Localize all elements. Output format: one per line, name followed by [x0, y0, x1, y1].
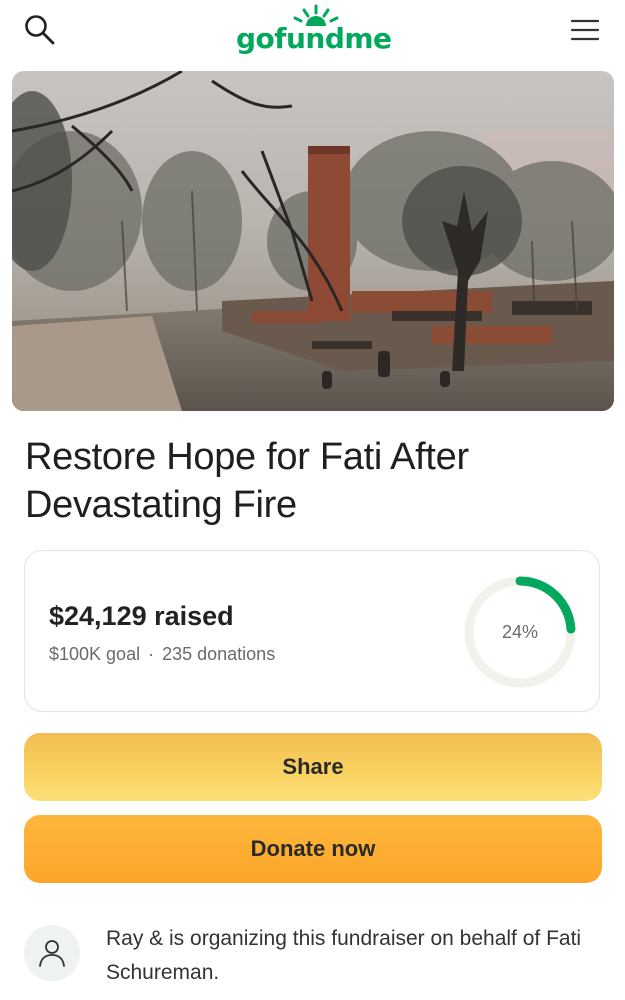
- search-icon: [25, 15, 55, 45]
- share-button[interactable]: Share: [24, 733, 602, 801]
- donation-count: 235 donations: [162, 644, 276, 664]
- goal-and-donations: $100K goal · 235 donations: [49, 644, 275, 665]
- campaign-hero-image: [12, 71, 614, 411]
- meta-separator: ·: [148, 644, 155, 664]
- logo-text: gofundme: [236, 22, 392, 55]
- avatar: [24, 925, 80, 981]
- progress-card: $24,129 raised $100K goal · 235 donations …: [24, 550, 600, 712]
- organizer-info: Ray & is organizing this fundraiser on b…: [24, 922, 604, 992]
- donate-now-button[interactable]: Donate now: [24, 815, 602, 883]
- campaign-title: Restore Hope for Fati After Devastating …: [25, 436, 469, 526]
- progress-percent: 24%: [501, 621, 539, 642]
- hamburger-menu-icon: [570, 19, 600, 41]
- top-nav: gofundme: [0, 0, 625, 62]
- menu-button[interactable]: [565, 10, 605, 50]
- gofundme-logo[interactable]: gofundme: [236, 4, 396, 58]
- user-icon: [39, 940, 65, 967]
- goal-amount: $100K goal: [49, 644, 141, 664]
- search-button[interactable]: [20, 10, 60, 50]
- campaign-page: gofundme Restore Hope for Fati After Dev…: [0, 0, 625, 1000]
- organizer-description: Ray & is organizing this fundraiser on b…: [106, 927, 582, 984]
- amount-raised: $24,129 raised: [49, 601, 234, 631]
